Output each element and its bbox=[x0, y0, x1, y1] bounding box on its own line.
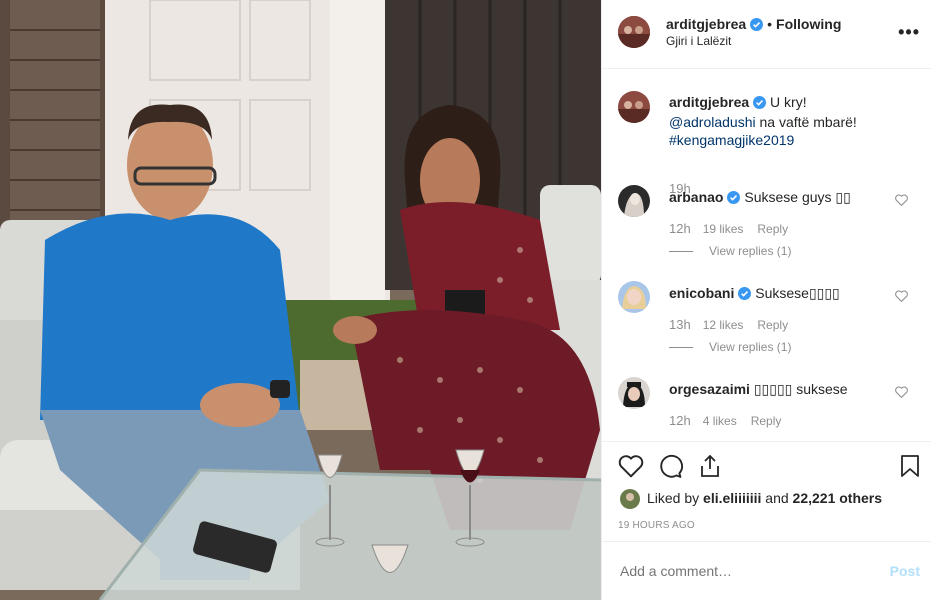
save-bookmark-icon[interactable] bbox=[900, 454, 920, 483]
caption-text-2: na vaftë mbarë! bbox=[759, 114, 857, 130]
comment-username[interactable]: enicobani bbox=[669, 285, 734, 301]
view-replies-button[interactable]: View replies (1) bbox=[669, 244, 791, 258]
comment-like-heart-icon[interactable] bbox=[895, 289, 908, 307]
comment-reply-button[interactable]: Reply bbox=[757, 318, 788, 332]
view-replies-label: View replies (1) bbox=[709, 244, 792, 258]
comment-reply-button[interactable]: Reply bbox=[757, 222, 788, 236]
comment-time[interactable]: 13h bbox=[669, 317, 691, 332]
comment-bubble-icon[interactable] bbox=[658, 454, 683, 484]
comment-meta: 12h 19 likes Reply bbox=[669, 221, 802, 236]
photo-illustration bbox=[0, 0, 601, 600]
comment-time[interactable]: 12h bbox=[669, 221, 691, 236]
comment-username[interactable]: arbanao bbox=[669, 189, 723, 205]
comment-item: orgesazaimi ▯▯▯▯▯ suksese 12h 4 likes Repl… bbox=[602, 377, 931, 441]
commenter-avatar[interactable] bbox=[618, 281, 650, 313]
header-separator: • bbox=[767, 16, 773, 32]
comment-like-heart-icon[interactable] bbox=[895, 193, 908, 211]
post-location[interactable]: Gjiri i Lalëzit bbox=[666, 34, 731, 48]
comment-like-heart-icon[interactable] bbox=[895, 385, 908, 403]
following-button[interactable]: Following bbox=[776, 16, 841, 32]
view-replies-label: View replies (1) bbox=[709, 340, 792, 354]
comment-likes[interactable]: 19 likes bbox=[703, 222, 744, 236]
comment-likes[interactable]: 4 likes bbox=[703, 414, 737, 428]
verified-badge-icon bbox=[753, 95, 767, 113]
view-replies-button[interactable]: View replies (1) bbox=[669, 340, 791, 354]
post-comment-button[interactable]: Post bbox=[890, 563, 920, 579]
comment-body: Suksese▯▯▯▯ bbox=[755, 285, 840, 301]
commenter-avatar[interactable] bbox=[618, 185, 650, 217]
add-comment-bar: Post bbox=[602, 541, 931, 601]
comment-body: Suksese guys ▯▯ bbox=[744, 189, 851, 205]
post-actions: Liked by eli.eliiiiiii and 22,221 others… bbox=[602, 441, 931, 542]
like-heart-icon[interactable] bbox=[618, 454, 644, 483]
share-icon[interactable] bbox=[698, 454, 722, 483]
author-username[interactable]: arditgjebrea bbox=[666, 16, 746, 32]
post-photo[interactable] bbox=[0, 0, 601, 600]
comment-meta: 12h 4 likes Reply bbox=[669, 413, 795, 428]
verified-badge-icon bbox=[727, 190, 741, 208]
liked-by-and: and bbox=[765, 490, 789, 506]
caption-username[interactable]: arditgjebrea bbox=[669, 94, 749, 110]
comment-username[interactable]: orgesazaimi bbox=[669, 381, 750, 397]
verified-badge-icon bbox=[750, 18, 764, 36]
comment-time[interactable]: 12h bbox=[669, 413, 691, 428]
post-time-ago[interactable]: 19 HOURS AGO bbox=[618, 520, 695, 531]
comment-text: orgesazaimi ▯▯▯▯▯ suksese bbox=[669, 380, 894, 398]
caption-text: arditgjebrea U kry! @adroladushi na vaft… bbox=[669, 93, 894, 149]
caption: arditgjebrea U kry! @adroladushi na vaft… bbox=[602, 89, 931, 196]
liked-by-count[interactable]: 22,221 others bbox=[793, 490, 883, 506]
add-comment-input[interactable] bbox=[618, 562, 872, 580]
replies-divider-line bbox=[669, 347, 693, 349]
caption-text-1: U kry! bbox=[770, 94, 807, 110]
replies-divider-line bbox=[669, 251, 693, 253]
comment-item: arbanao Suksese guys ▯▯ 12h 19 likes Reply… bbox=[602, 185, 931, 281]
comments-list[interactable]: arditgjebrea U kry! @adroladushi na vaft… bbox=[602, 69, 931, 441]
liked-by-prefix: Liked by bbox=[647, 490, 700, 506]
post-side-panel: arditgjebrea • Following Gjiri i Lalëzit •… bbox=[601, 0, 931, 600]
comment-reply-button[interactable]: Reply bbox=[751, 414, 782, 428]
caption-mention-link[interactable]: @adroladushi bbox=[669, 114, 756, 130]
comment-meta: 13h 12 likes Reply bbox=[669, 317, 802, 332]
commenter-avatar[interactable] bbox=[618, 377, 650, 409]
comment-body: ▯▯▯▯▯ suksese bbox=[753, 381, 848, 397]
liked-by-summary: Liked by eli.eliiiiiii and 22,221 others bbox=[647, 490, 882, 506]
comment-item: enicobani Suksese▯▯▯▯ 13h 12 likes Reply V… bbox=[602, 281, 931, 377]
caption-hashtag-link[interactable]: #kengamagjike2019 bbox=[669, 132, 794, 148]
author-avatar[interactable] bbox=[618, 16, 650, 48]
more-options-icon[interactable]: ••• bbox=[898, 22, 920, 43]
liker-avatar[interactable] bbox=[620, 489, 640, 509]
liked-by-user[interactable]: eli.eliiiiiii bbox=[703, 490, 761, 506]
comment-likes[interactable]: 12 likes bbox=[703, 318, 744, 332]
verified-badge-icon bbox=[738, 286, 752, 304]
comment-text: enicobani Suksese▯▯▯▯ bbox=[669, 284, 894, 304]
caption-author-avatar[interactable] bbox=[618, 91, 650, 123]
post-header: arditgjebrea • Following Gjiri i Lalëzit •… bbox=[602, 0, 931, 69]
comment-text: arbanao Suksese guys ▯▯ bbox=[669, 188, 894, 208]
